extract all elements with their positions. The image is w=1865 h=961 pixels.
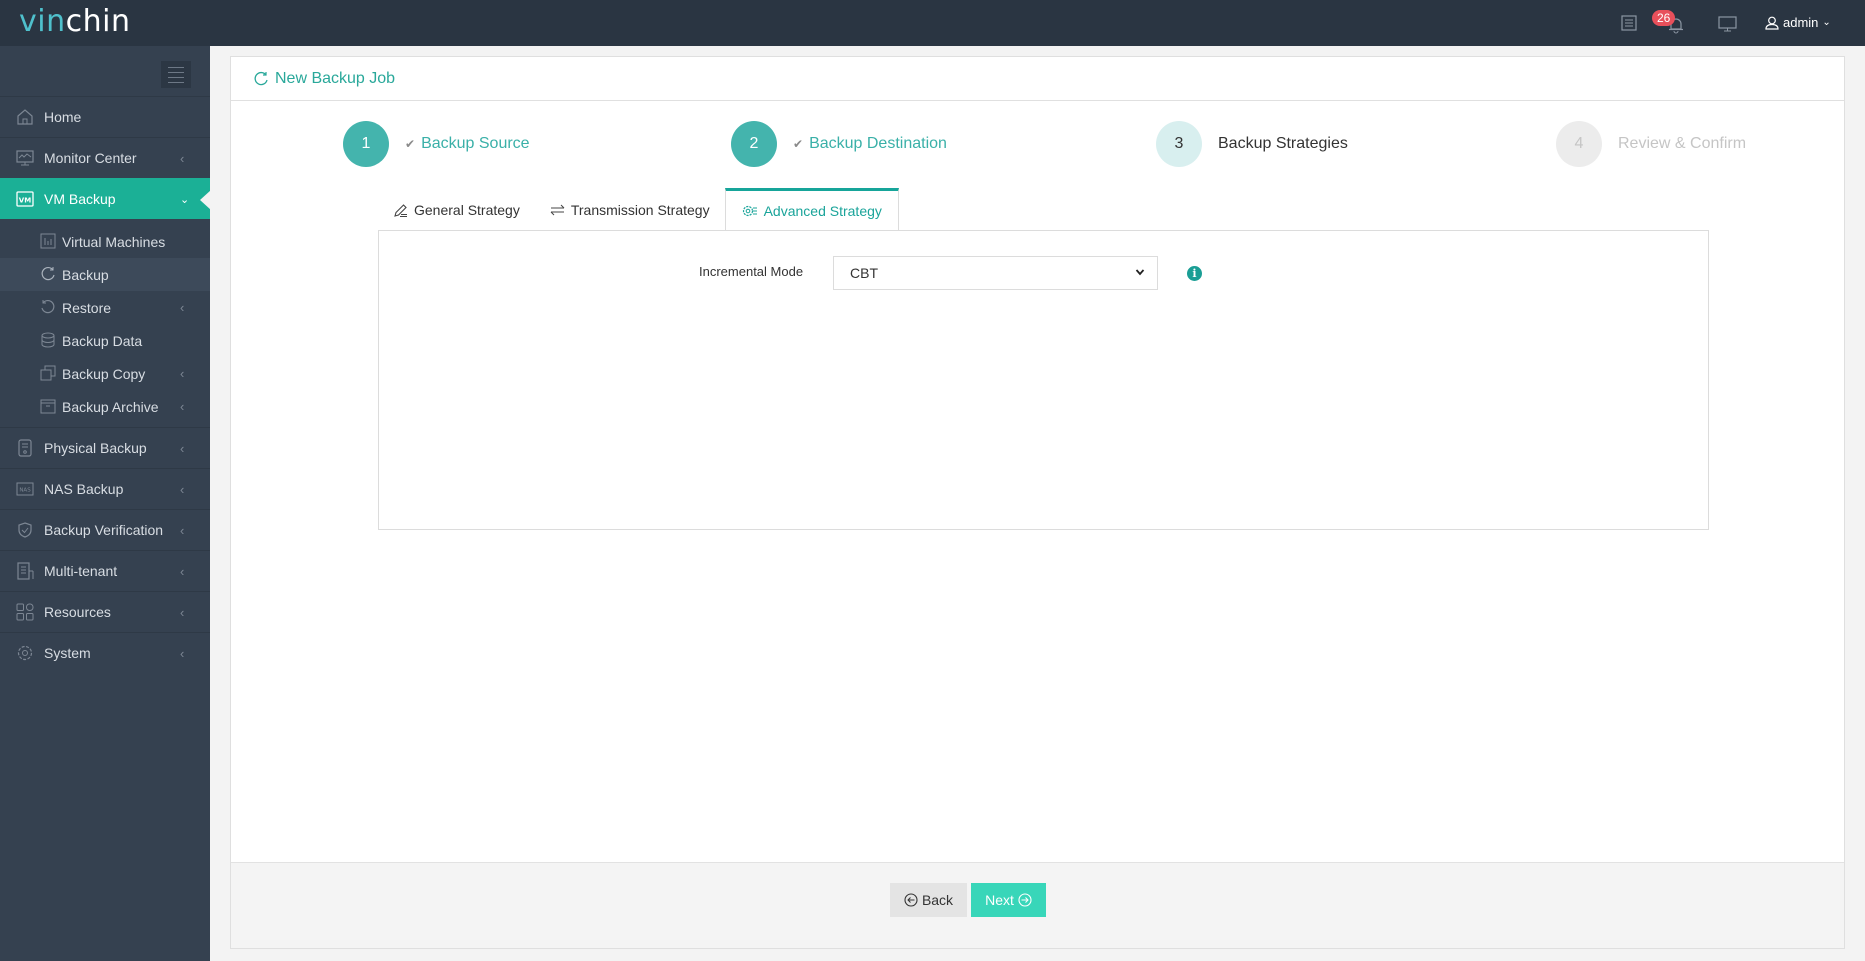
username: admin	[1783, 15, 1819, 30]
submenu-item-restore[interactable]: Restore ‹	[0, 291, 210, 324]
user-menu[interactable]: admin ⌄	[1765, 14, 1831, 32]
notification-badge[interactable]: 26	[1652, 10, 1676, 26]
info-icon[interactable]: i	[1187, 266, 1202, 281]
sidebar-toggle-button[interactable]	[161, 61, 191, 88]
sidebar-item-system[interactable]: System ‹	[0, 632, 210, 673]
chevron-left-icon: ‹	[180, 150, 185, 166]
chevron-left-icon: ‹	[180, 300, 185, 315]
sidebar-nav: Home Monitor Center ‹ VM VM Backup ⌄ Vir…	[0, 96, 211, 673]
vm-backup-submenu: Virtual Machines Backup Restore ‹ Backup…	[0, 219, 210, 427]
svg-text:VM: VM	[19, 197, 31, 205]
chevron-left-icon: ‹	[180, 645, 185, 661]
building-icon	[17, 562, 34, 580]
submenu-item-backup-data[interactable]: Backup Data	[0, 324, 210, 357]
refresh-icon	[254, 71, 268, 85]
submenu-item-backup-copy[interactable]: Backup Copy ‹	[0, 357, 210, 390]
physical-server-icon	[18, 439, 32, 457]
top-header: vinchin 26 admin ⌄	[0, 0, 1865, 46]
step-number: 3	[1156, 121, 1202, 167]
advanced-settings-icon	[742, 205, 757, 217]
gear-icon	[17, 645, 33, 661]
user-icon	[1765, 16, 1779, 30]
chevron-down-icon	[1135, 269, 1145, 276]
chevron-left-icon: ‹	[180, 481, 185, 497]
tab-general-strategy[interactable]: General Strategy	[378, 190, 535, 230]
new-backup-job-panel: New Backup Job 1 ✔ Backup Source 2 ✔ Backu…	[230, 56, 1845, 949]
chevron-left-icon: ‹	[180, 399, 185, 414]
selected-value: CBT	[850, 265, 878, 281]
sidebar-item-backup-verification[interactable]: Backup Verification ‹	[0, 509, 210, 550]
nas-icon: NAS	[16, 482, 34, 496]
sidebar-item-monitor-center[interactable]: Monitor Center ‹	[0, 137, 210, 178]
page-title: New Backup Job	[275, 69, 396, 87]
arrow-left-circle-icon	[904, 893, 918, 907]
arrow-right-circle-icon	[1018, 893, 1032, 907]
sidebar-item-vm-backup[interactable]: VM VM Backup ⌄	[0, 178, 211, 219]
transfer-icon	[550, 204, 565, 216]
chevron-left-icon: ‹	[180, 604, 185, 620]
database-icon	[41, 332, 55, 348]
step-backup-destination[interactable]: 2 ✔ Backup Destination	[731, 121, 947, 167]
task-list-icon[interactable]	[1620, 14, 1638, 32]
wizard-steps: 1 ✔ Backup Source 2 ✔ Backup Destination 3…	[231, 121, 1844, 167]
bar-chart-icon	[40, 233, 56, 249]
incremental-mode-select[interactable]: CBT	[833, 256, 1158, 290]
sidebar-item-physical-backup[interactable]: Physical Backup ‹	[0, 427, 210, 468]
step-review-confirm: 4 Review & Confirm	[1556, 121, 1746, 167]
archive-icon	[40, 399, 56, 414]
check-icon: ✔	[793, 137, 804, 151]
undo-icon	[41, 299, 55, 314]
step-backup-source[interactable]: 1 ✔ Backup Source	[343, 121, 530, 167]
grid-icon	[16, 603, 34, 621]
step-number: 2	[731, 121, 777, 167]
refresh-icon	[41, 266, 55, 281]
strategy-tabs: General Strategy Transmission Strategy A…	[378, 187, 899, 231]
chevron-left-icon: ‹	[180, 522, 185, 538]
sidebar: Home Monitor Center ‹ VM VM Backup ⌄ Vir…	[0, 46, 211, 961]
sidebar-item-multi-tenant[interactable]: Multi-tenant ‹	[0, 550, 210, 591]
submenu-item-backup-archive[interactable]: Backup Archive ‹	[0, 390, 210, 423]
step-number: 4	[1556, 121, 1602, 167]
tab-advanced-strategy[interactable]: Advanced Strategy	[724, 188, 899, 231]
advanced-strategy-content: Incremental Mode CBT i	[378, 230, 1709, 530]
panel-header: New Backup Job	[231, 57, 1844, 101]
back-button[interactable]: Back	[890, 883, 967, 917]
step-backup-strategies[interactable]: 3 Backup Strategies	[1156, 121, 1348, 167]
next-button[interactable]: Next	[971, 883, 1046, 917]
chevron-left-icon: ‹	[180, 366, 185, 381]
sidebar-item-nas-backup[interactable]: NAS NAS Backup ‹	[0, 468, 210, 509]
submenu-item-backup[interactable]: Backup	[0, 258, 210, 291]
vinchin-logo[interactable]: vinchin	[19, 3, 130, 41]
pencil-icon	[394, 203, 407, 217]
check-icon: ✔	[405, 137, 416, 151]
incremental-mode-label: Incremental Mode	[699, 264, 804, 279]
monitor-icon[interactable]	[1718, 16, 1737, 32]
svg-text:NAS: NAS	[19, 488, 31, 494]
active-pointer	[200, 190, 211, 210]
vm-icon: VM	[16, 191, 34, 207]
home-icon	[17, 109, 33, 125]
sidebar-item-home[interactable]: Home	[0, 96, 210, 137]
chevron-left-icon: ‹	[180, 563, 185, 579]
step-number: 1	[343, 121, 389, 167]
sidebar-item-resources[interactable]: Resources ‹	[0, 591, 210, 632]
monitor-chart-icon	[16, 150, 34, 166]
wizard-footer: Back Next	[231, 862, 1844, 948]
submenu-item-virtual-machines[interactable]: Virtual Machines	[0, 225, 210, 258]
chevron-down-icon: ⌄	[180, 193, 190, 206]
shield-check-icon	[18, 522, 32, 538]
chevron-left-icon: ‹	[180, 440, 185, 456]
chevron-down-icon: ⌄	[1822, 17, 1831, 28]
tab-transmission-strategy[interactable]: Transmission Strategy	[535, 190, 725, 230]
copy-icon	[40, 365, 56, 381]
